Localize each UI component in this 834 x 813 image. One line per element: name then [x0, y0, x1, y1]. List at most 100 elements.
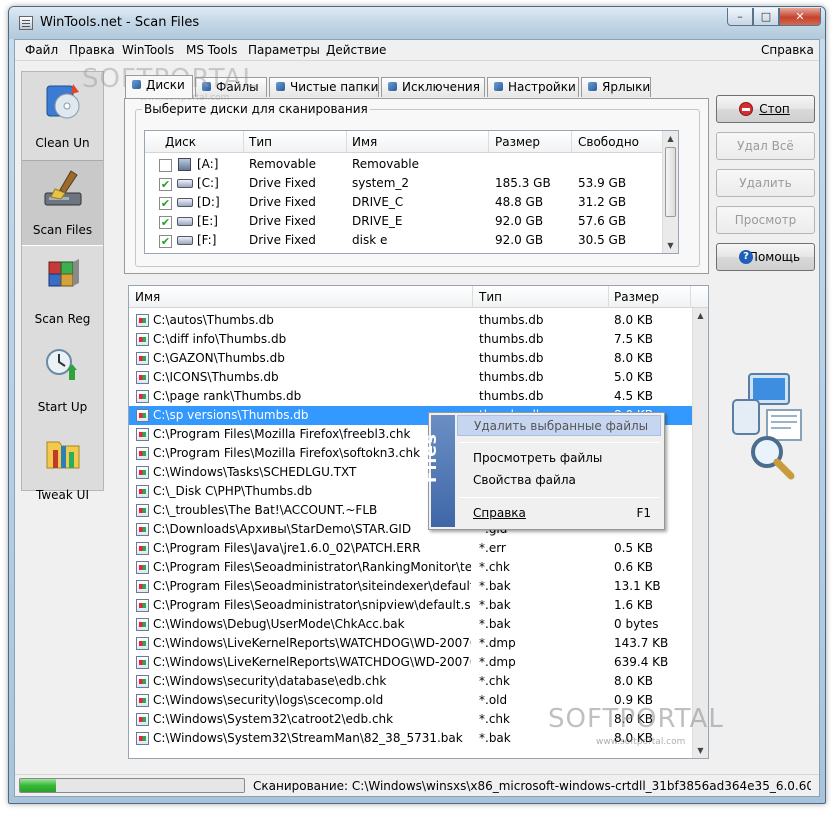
sidebar-item-scan-files[interactable]: Scan Files: [22, 160, 103, 246]
tab-exclusions[interactable]: Исключения: [381, 77, 485, 97]
stop-button[interactable]: Стоп: [716, 95, 815, 123]
file-cell-type: thumbs.db: [479, 389, 544, 403]
maximize-button[interactable]: □: [753, 8, 779, 26]
tab-shortcuts[interactable]: Ярлыки: [581, 77, 651, 97]
help-button[interactable]: ? Помощь: [716, 243, 815, 271]
delete-button[interactable]: Удалить: [716, 169, 815, 197]
disk-checkbox[interactable]: ✔: [159, 178, 172, 191]
column-file-type[interactable]: Тип: [479, 290, 502, 304]
file-row[interactable]: C:\ICONS\Thumbs.db thumbs.db 5.0 KB: [129, 368, 693, 387]
menu-help[interactable]: Справка: [761, 43, 814, 57]
file-cell-size: 639.4 KB: [614, 655, 669, 669]
sidebar-item-tweak-ui[interactable]: Tweak UI: [22, 424, 103, 510]
column-separator[interactable]: [571, 131, 572, 153]
file-cell-name: C:\Windows\Debug\UserMode\ChkAcc.bak: [153, 617, 405, 631]
disk-checkbox[interactable]: ✔: [159, 197, 172, 210]
column-type[interactable]: Тип: [249, 135, 272, 149]
disk-row[interactable]: [A:] Removable Removable: [145, 155, 678, 174]
disk-row[interactable]: ✔ [D:] Drive Fixed DRIVE_C 48.8 GB 31.2 GB: [145, 193, 678, 212]
menu-item-file-properties[interactable]: Свойства файла: [457, 470, 661, 491]
menu-item-help[interactable]: Справка F1: [457, 503, 661, 524]
file-cell-size: 5.0 KB: [614, 370, 653, 384]
file-cell-size: 0.5 KB: [614, 541, 653, 555]
column-separator[interactable]: [690, 286, 691, 308]
column-separator[interactable]: [472, 286, 473, 308]
scroll-thumb[interactable]: [665, 147, 676, 217]
file-icon: [136, 713, 149, 726]
disk-row[interactable]: ✔ [F:] Drive Fixed disk e 92.0 GB 30.5 GB: [145, 231, 678, 250]
disk-checkbox[interactable]: [159, 159, 172, 172]
view-button[interactable]: Просмотр: [716, 206, 815, 234]
disk-checkbox[interactable]: ✔: [159, 216, 172, 229]
tab-disks[interactable]: Диски: [125, 75, 193, 98]
scroll-up-arrow[interactable]: ▲: [693, 308, 708, 323]
column-file-size[interactable]: Размер: [614, 290, 659, 304]
disk-row[interactable]: ✔ [E:] Drive Fixed DRIVE_E 92.0 GB 57.6 GB: [145, 212, 678, 231]
column-free[interactable]: Свободно: [578, 135, 639, 149]
column-disk[interactable]: Диск: [165, 135, 196, 149]
sidebar-item-label: Start Up: [37, 400, 88, 414]
file-row[interactable]: C:\diff info\Thumbs.db thumbs.db 7.5 KB: [129, 330, 693, 349]
tab-clean-folders[interactable]: Чистые папки: [269, 77, 379, 97]
column-separator[interactable]: [243, 131, 244, 153]
files-list-scrollbar[interactable]: ▲ ▼: [692, 308, 708, 758]
menu-item-view-files[interactable]: Просмотреть файлы: [457, 448, 661, 469]
file-row[interactable]: C:\autos\Thumbs.db thumbs.db 8.0 KB: [129, 311, 693, 330]
watermark-url: www.softportal.com: [596, 737, 686, 747]
scroll-up-arrow[interactable]: ▲: [663, 131, 678, 146]
menu-item-delete-selected[interactable]: Удалить выбранные файлы: [457, 415, 661, 436]
column-separator[interactable]: [608, 286, 609, 308]
file-row[interactable]: C:\Windows\LiveKernelReports\WATCHDOG\WD…: [129, 653, 693, 672]
sidebar-item-label: Clean Un: [35, 136, 90, 150]
tab-settings[interactable]: Настройки: [487, 77, 579, 97]
sidebar-item-start-up[interactable]: Start Up: [22, 336, 103, 422]
disk-checkbox[interactable]: ✔: [159, 235, 172, 248]
delete-all-button[interactable]: Удал Всё: [716, 132, 815, 160]
file-cell-size: 0 bytes: [614, 617, 659, 631]
client-area: Файл Правка WinTools MS Tools Параметры …: [14, 39, 820, 797]
column-separator[interactable]: [488, 131, 489, 153]
menu-file[interactable]: Файл: [25, 43, 58, 57]
file-row[interactable]: C:\Program Files\Java\jre1.6.0_02\PATCH.…: [129, 539, 693, 558]
file-row[interactable]: C:\page rank\Thumbs.db thumbs.db 4.5 KB: [129, 387, 693, 406]
file-row[interactable]: C:\GAZON\Thumbs.db thumbs.db 8.0 KB: [129, 349, 693, 368]
menu-parameters[interactable]: Параметры: [248, 43, 320, 57]
file-row[interactable]: C:\Windows\Debug\UserMode\ChkAcc.bak *.ba…: [129, 615, 693, 634]
column-name[interactable]: Имя: [352, 135, 377, 149]
file-icon: [136, 409, 149, 422]
sidebar-item-label: Scan Reg: [34, 312, 91, 326]
disk-list[interactable]: Диск Тип Имя Размер Свободно [A:] Removab…: [144, 130, 679, 254]
menu-edit[interactable]: Правка: [69, 43, 115, 57]
menu-ms-tools[interactable]: MS Tools: [186, 43, 237, 57]
scroll-down-arrow[interactable]: ▼: [663, 238, 678, 253]
file-row[interactable]: C:\Program Files\Seoadministrator\sitein…: [129, 577, 693, 596]
app-icon[interactable]: [19, 16, 33, 30]
sidebar-item-scan-reg[interactable]: Scan Reg: [22, 248, 103, 334]
menu-wintools[interactable]: WinTools: [122, 43, 174, 57]
file-icon: [136, 542, 149, 555]
scroll-down-arrow[interactable]: ▼: [693, 743, 708, 758]
file-cell-type: *.bak: [479, 617, 511, 631]
disk-cell-name: disk e: [352, 233, 388, 247]
window-title: WinTools.net - Scan Files: [40, 15, 200, 30]
tab-panel-disks: Выберите диски для сканирования Диск Тип…: [124, 98, 709, 274]
close-button[interactable]: ✕: [779, 8, 821, 26]
file-icon: [136, 732, 149, 745]
file-cell-type: thumbs.db: [479, 370, 544, 384]
file-cell-name: C:\Windows\System32\StreamMan\82_38_5731…: [153, 731, 463, 745]
file-cell-type: *.bak: [479, 579, 511, 593]
file-icon: [136, 428, 149, 441]
disk-list-scrollbar[interactable]: ▲ ▼: [662, 131, 678, 253]
file-row[interactable]: C:\Windows\security\database\edb.chk *.ch…: [129, 672, 693, 691]
menu-action[interactable]: Действие: [326, 43, 386, 57]
column-size[interactable]: Размер: [495, 135, 540, 149]
file-row[interactable]: C:\Windows\LiveKernelReports\WATCHDOG\WD…: [129, 634, 693, 653]
minimize-button[interactable]: –: [727, 8, 753, 26]
file-row[interactable]: C:\Program Files\Seoadministrator\snipvi…: [129, 596, 693, 615]
column-file-name[interactable]: Имя: [135, 290, 160, 304]
context-menu: Files Удалить выбранные файлы Просмотрет…: [421, 412, 665, 530]
title-bar[interactable]: WinTools.net - Scan Files – □ ✕: [9, 7, 825, 39]
column-separator[interactable]: [346, 131, 347, 153]
disk-row[interactable]: ✔ [C:] Drive Fixed system_2 185.3 GB 53.9 GB: [145, 174, 678, 193]
file-row[interactable]: C:\Program Files\Seoadministrator\Rankin…: [129, 558, 693, 577]
